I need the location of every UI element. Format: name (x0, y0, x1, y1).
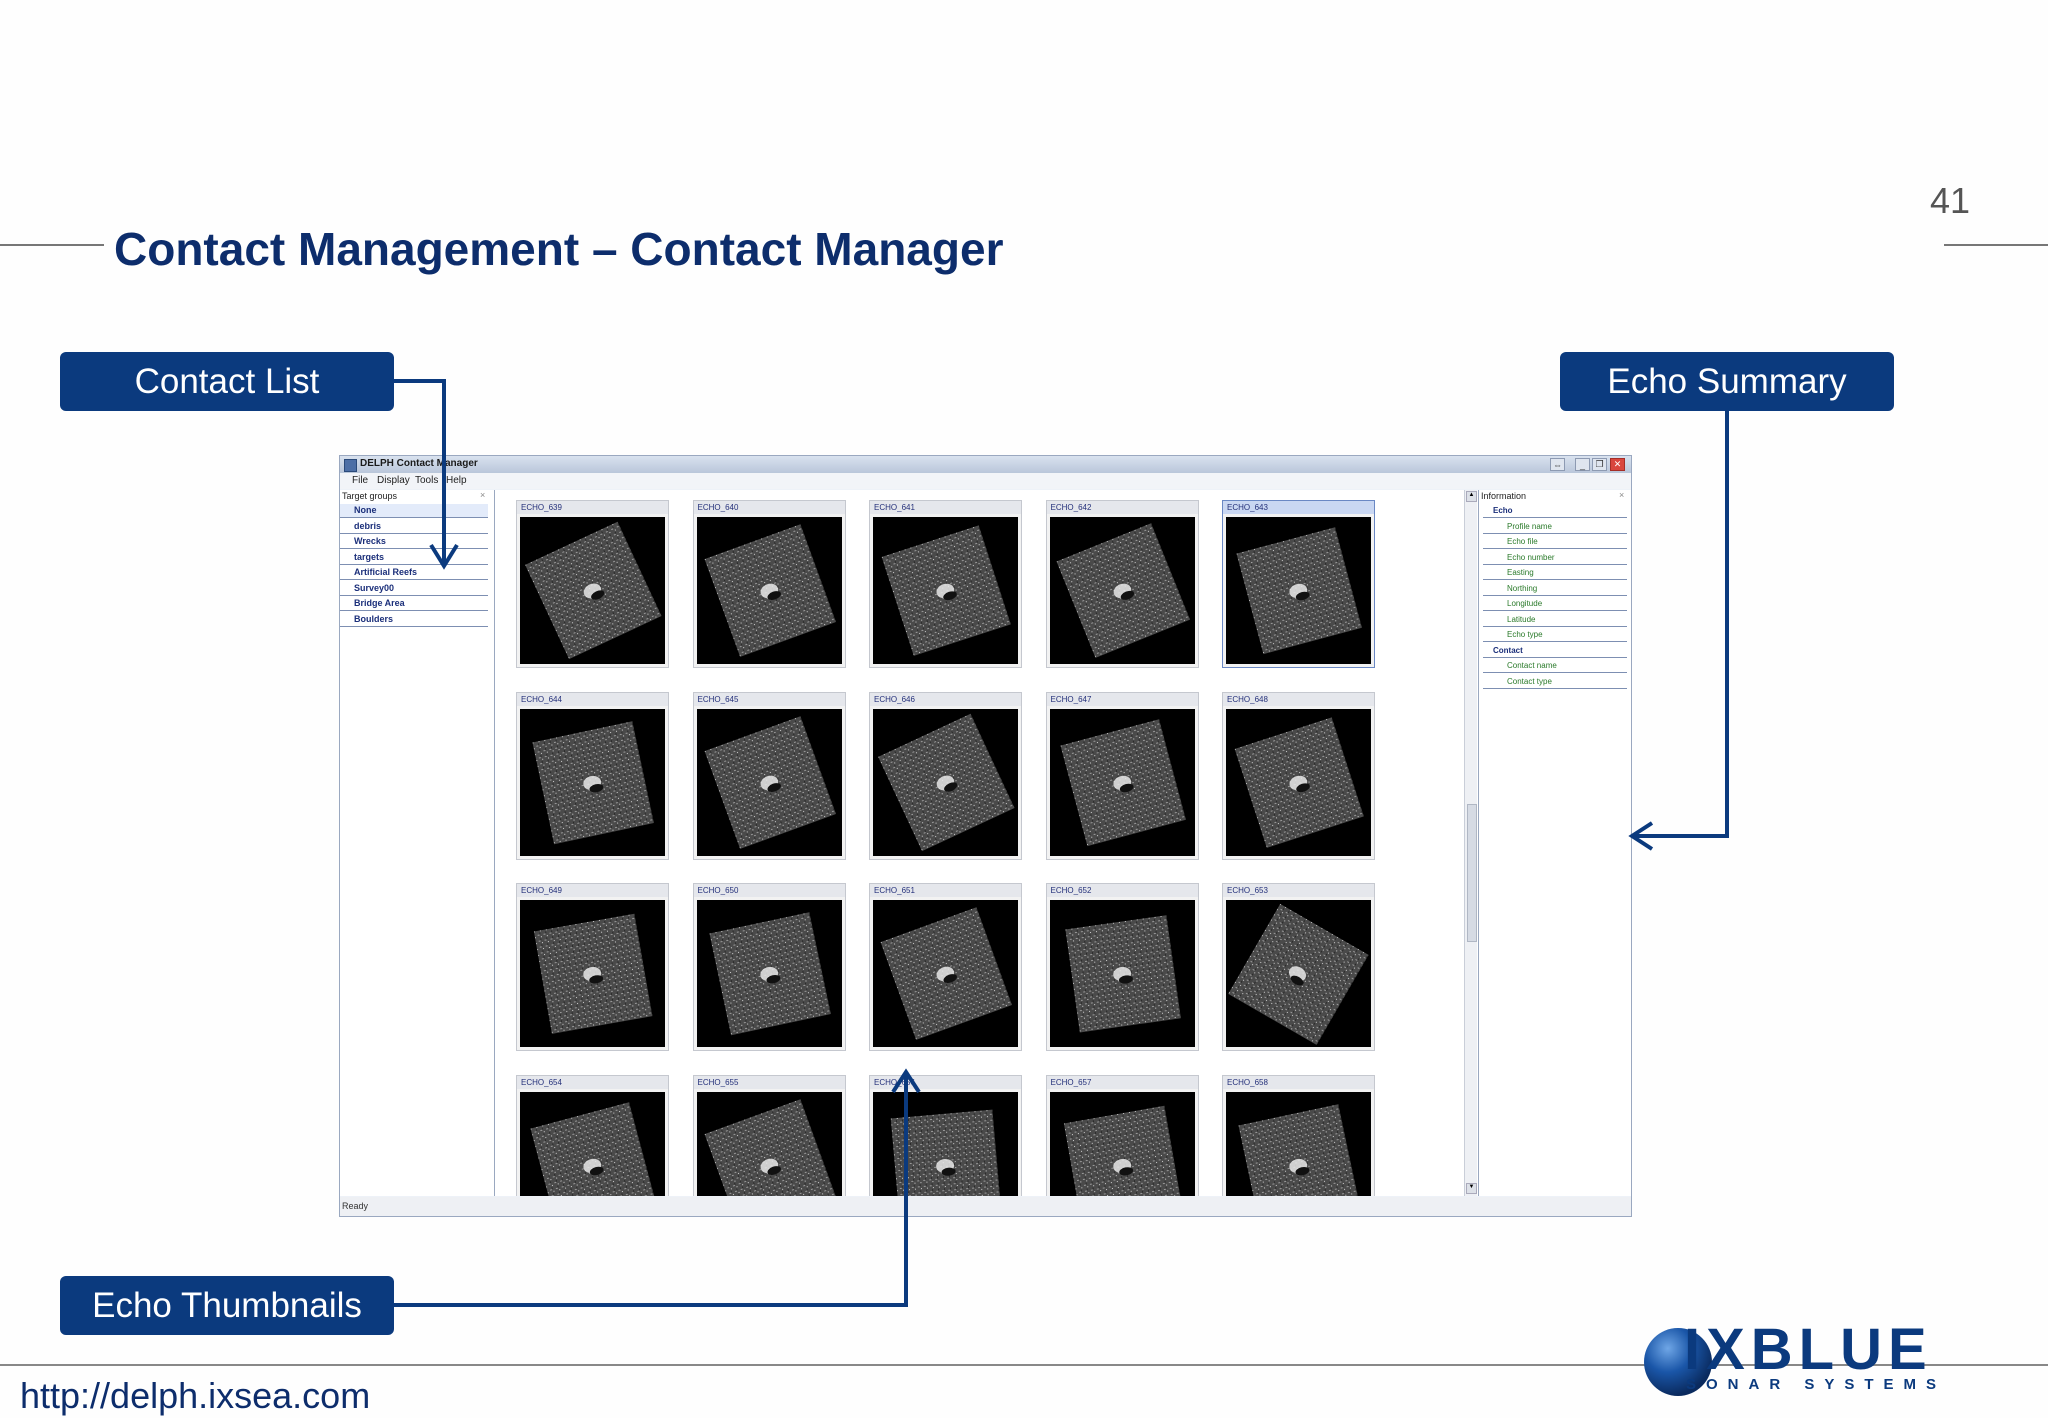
callout-arrows (394, 379, 1729, 1307)
echo-summary-arrow (1632, 411, 1729, 838)
ixblue-logo: IXBLUE SONAR SYSTEMS (1606, 1317, 2006, 1412)
footer-url[interactable]: http://delph.ixsea.com (20, 1375, 370, 1417)
logo-tagline: SONAR SYSTEMS (1686, 1376, 1947, 1393)
logo-brand: IXBLUE (1684, 1317, 1933, 1382)
contact-list-arrow (394, 379, 446, 566)
echo-thumbnails-arrow (394, 1072, 908, 1307)
